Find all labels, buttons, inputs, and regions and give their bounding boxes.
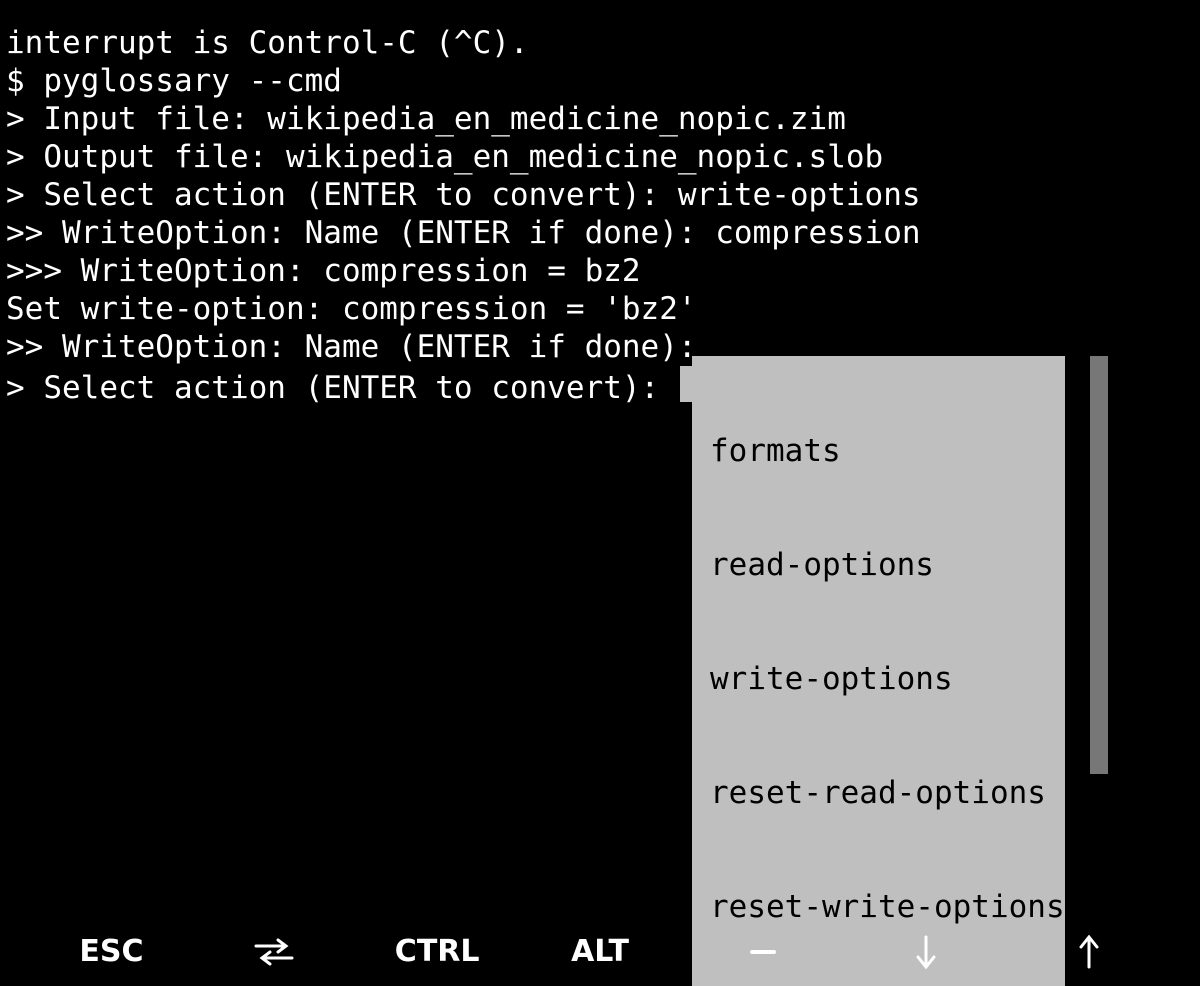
alt-key[interactable]: ALT xyxy=(519,933,682,971)
ctrl-key[interactable]: CTRL xyxy=(356,933,519,971)
terminal-prompt-line[interactable]: > Select action (ENTER to convert): xyxy=(6,370,698,406)
completion-item[interactable]: reset-read-options xyxy=(710,774,1065,812)
tab-icon xyxy=(254,937,294,967)
completion-item[interactable]: write-options xyxy=(710,660,1065,698)
minus-icon xyxy=(748,937,778,967)
terminal-line: >> WriteOption: Name (ENTER if done): xyxy=(6,329,697,365)
terminal-line: $ pyglossary --cmd xyxy=(6,63,342,99)
tab-key[interactable] xyxy=(193,937,356,967)
completion-item[interactable]: formats xyxy=(710,432,1065,470)
soft-key-row: ESC CTRL ALT xyxy=(0,918,1200,986)
terminal-line: > Output file: wikipedia_en_medicine_nop… xyxy=(6,139,883,175)
arrow-down-key[interactable] xyxy=(844,935,1007,969)
arrow-up-key[interactable] xyxy=(1007,935,1170,969)
terminal-line: interrupt is Control-C (^C). xyxy=(6,25,529,61)
esc-key[interactable]: ESC xyxy=(30,933,193,971)
terminal-line: > Select action (ENTER to convert): writ… xyxy=(6,177,921,213)
terminal-line: >> WriteOption: Name (ENTER if done): co… xyxy=(6,215,921,251)
completion-item[interactable]: read-options xyxy=(710,546,1065,584)
completion-scrollbar[interactable] xyxy=(1090,356,1108,774)
arrow-down-icon xyxy=(914,935,938,969)
arrow-up-icon xyxy=(1077,935,1101,969)
terminal-line: >>> WriteOption: compression = bz2 xyxy=(6,253,641,289)
terminal-line: Set write-option: compression = 'bz2' xyxy=(6,291,697,327)
minus-key[interactable] xyxy=(681,937,844,967)
completion-menu[interactable]: formats read-options write-options reset… xyxy=(692,356,1065,986)
terminal-output: interrupt is Control-C (^C). $ pyglossar… xyxy=(6,0,921,407)
terminal-line: > Input file: wikipedia_en_medicine_nopi… xyxy=(6,101,846,137)
